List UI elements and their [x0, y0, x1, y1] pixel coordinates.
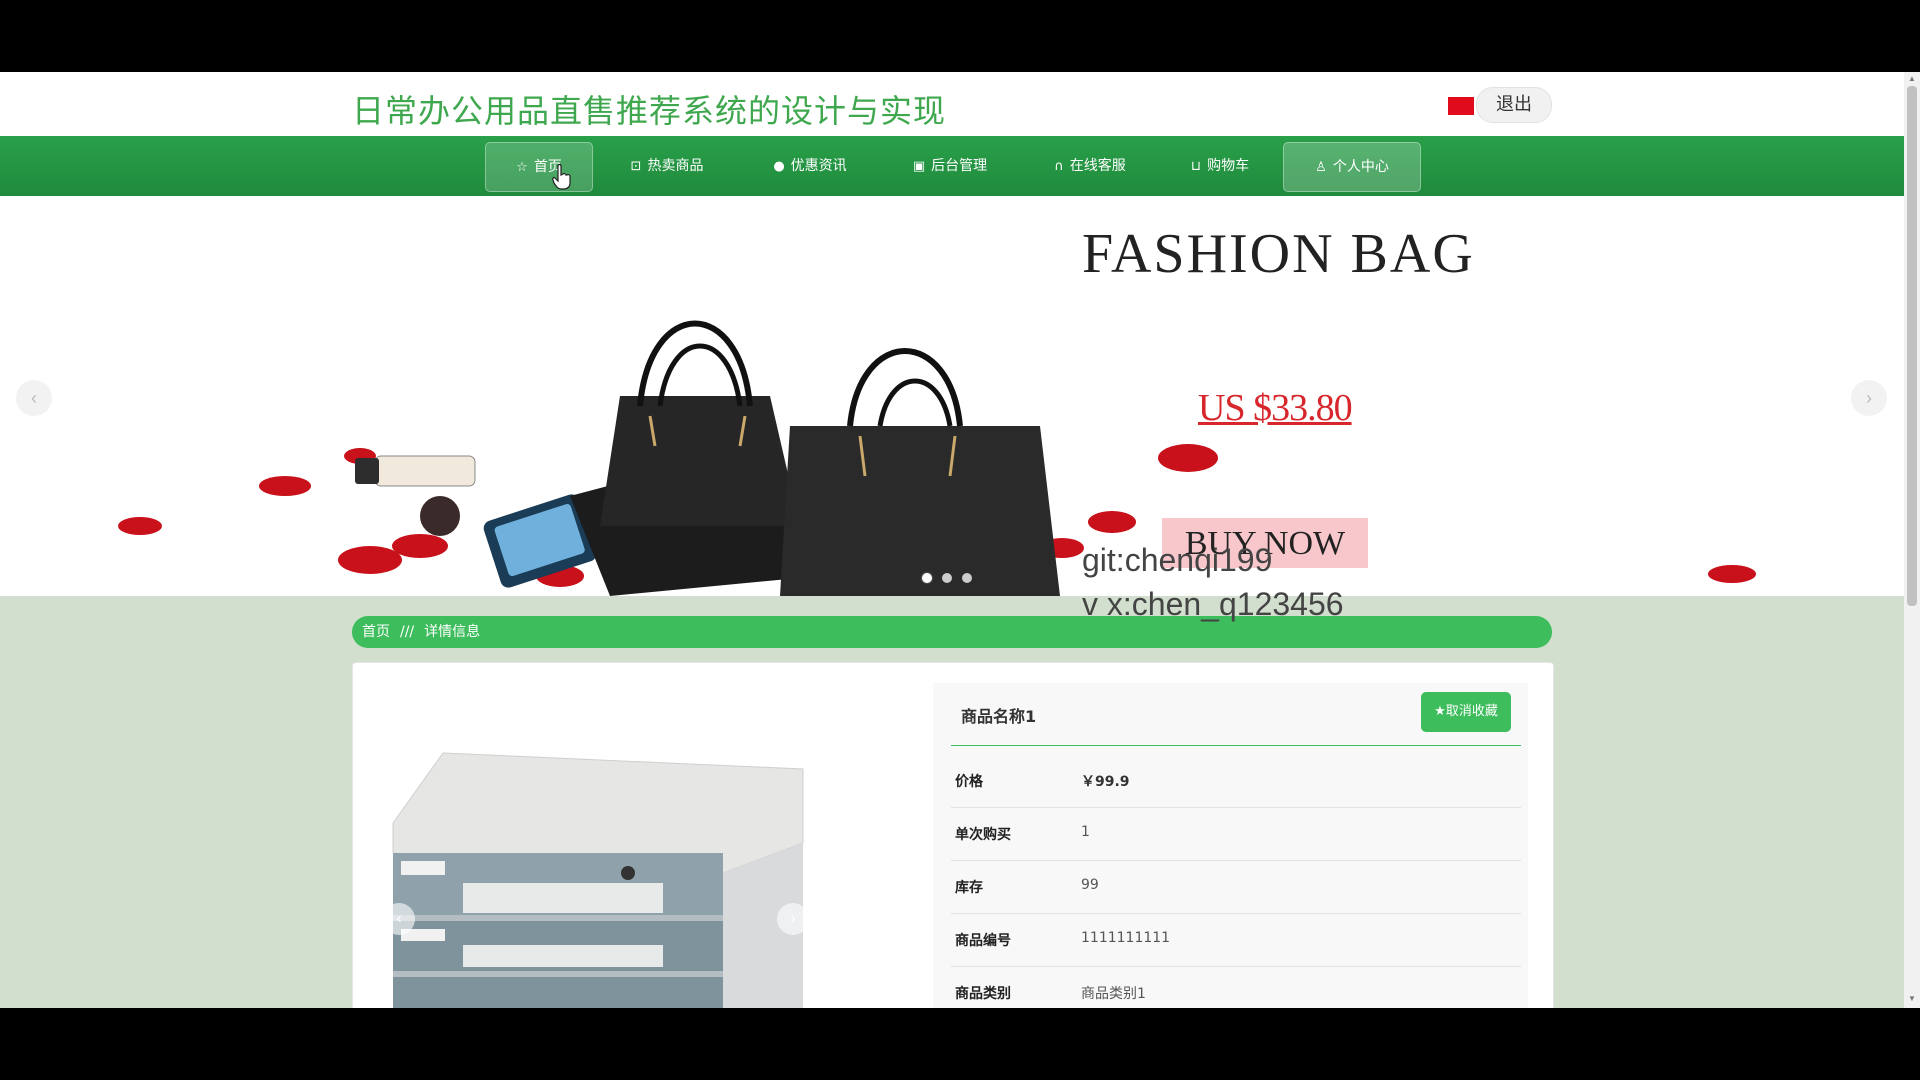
info-value: 商品类别1 — [1081, 986, 1146, 1002]
main-nav: ☆ 首页 ⊡ 热卖商品 ● 优惠资讯 ▣ 后台管理 ∩ 在线客服 ⊔ 购物车 ♙ 个人中心 — [0, 136, 1904, 196]
banner-next-button[interactable]: › — [1851, 380, 1887, 416]
site-title: 日常办公用品直售推荐系统的设计与实现 — [352, 92, 947, 130]
info-label: 单次购买 — [955, 827, 1011, 843]
info-label: 商品类别 — [955, 986, 1011, 1002]
nav-hot-products[interactable]: ⊡ 热卖商品 — [612, 142, 722, 190]
bag-icon: ⊡ — [630, 159, 642, 174]
scroll-down-arrow-icon[interactable]: ▼ — [1908, 994, 1916, 1003]
hero-banner: ‹ › FASHION BAG US $33.80 BUY NOW — [0, 196, 1904, 596]
cart-icon: ⊔ — [1190, 159, 1202, 174]
browser-viewport: 日常办公用品直售推荐系统的设计与实现 退出 ☆ 首页 ⊡ 热卖商品 ● 优惠资讯 ▣ 后… — [0, 72, 1920, 1008]
nav-cart-label: 购物车 — [1207, 158, 1250, 174]
headset-icon: ∩ — [1054, 159, 1064, 174]
logout-button[interactable]: 退出 — [1476, 87, 1552, 123]
watermark-line-2: v x:chen_q123456 — [1082, 586, 1344, 622]
nav-admin-label: 后台管理 — [931, 158, 988, 174]
banner-prev-button[interactable]: ‹ — [16, 380, 52, 416]
banner-dot[interactable] — [962, 573, 972, 583]
info-value: 1 — [1081, 824, 1090, 840]
product-name: 商品名称1 — [961, 707, 1037, 726]
nav-deals-label: 优惠资讯 — [790, 158, 847, 174]
nav-support[interactable]: ∩ 在线客服 — [1035, 142, 1145, 190]
info-label: 价格 — [955, 774, 983, 790]
user-icon: ♙ — [1315, 160, 1327, 175]
nav-cart[interactable]: ⊔ 购物车 — [1170, 142, 1270, 190]
breadcrumb-current: 详情信息 — [424, 624, 481, 640]
page-scrollbar[interactable]: ▲ ▼ — [1904, 72, 1920, 1008]
watermark-line-1: git:chenqi199 — [1082, 542, 1273, 578]
info-row-price: 价格 ￥99.9 — [951, 755, 1521, 808]
file-cabinet-image — [392, 752, 804, 1008]
info-row-purchase-qty: 单次购买 1 — [951, 808, 1521, 861]
breadcrumb-separator: /// — [400, 624, 415, 640]
info-row-stock: 库存 99 — [951, 861, 1521, 914]
nav-profile[interactable]: ♙ 个人中心 — [1283, 142, 1421, 192]
nav-home[interactable]: ☆ 首页 — [485, 142, 593, 192]
nav-support-label: 在线客服 — [1069, 158, 1126, 174]
product-detail-section: 首页 /// 详情信息 ‹ › 商品名称1 ★取消收藏 价格 ￥99.9 单次购买 … — [0, 596, 1904, 1008]
unfavorite-button[interactable]: ★取消收藏 — [1421, 692, 1511, 732]
info-value: ￥99.9 — [1081, 774, 1130, 790]
banner-indicators — [922, 570, 982, 588]
breadcrumb: 首页 /// 详情信息 — [352, 616, 1552, 648]
info-row-sku: 商品编号 1111111111 — [951, 914, 1521, 967]
product-image: ‹ › — [383, 733, 853, 1008]
scroll-up-arrow-icon[interactable]: ▲ — [1908, 74, 1916, 83]
nav-admin[interactable]: ▣ 后台管理 — [895, 142, 1005, 190]
product-card: ‹ › 商品名称1 ★取消收藏 价格 ￥99.9 单次购买 1 库存 99 商品… — [352, 662, 1554, 1008]
banner-illustration — [118, 320, 1756, 596]
info-value: 99 — [1081, 877, 1099, 893]
banner-dot[interactable] — [942, 573, 952, 583]
product-info-panel: 商品名称1 ★取消收藏 价格 ￥99.9 单次购买 1 库存 99 商品编号 1… — [933, 683, 1528, 1008]
banner-price: US $33.80 — [1198, 387, 1353, 429]
breadcrumb-home[interactable]: 首页 — [362, 624, 390, 640]
nav-hot-products-label: 热卖商品 — [647, 158, 704, 174]
star-icon: ☆ — [516, 160, 528, 175]
info-value: 1111111111 — [1081, 930, 1171, 946]
site-header: 日常办公用品直售推荐系统的设计与实现 退出 — [0, 72, 1904, 136]
info-label: 库存 — [955, 880, 983, 896]
info-label: 商品编号 — [955, 933, 1011, 949]
banner-dot[interactable] — [922, 573, 932, 583]
nav-deals[interactable]: ● 优惠资讯 — [755, 142, 865, 190]
cursor-hand-icon — [552, 164, 571, 190]
info-row-category: 商品类别 商品类别1 — [951, 967, 1521, 1008]
image-next-button[interactable]: › — [777, 903, 809, 935]
product-info-header: 商品名称1 ★取消收藏 — [951, 683, 1521, 746]
admin-icon: ▣ — [912, 159, 926, 174]
image-prev-button[interactable]: ‹ — [383, 903, 415, 935]
nav-profile-label: 个人中心 — [1332, 159, 1389, 175]
scroll-thumb[interactable] — [1907, 86, 1917, 606]
banner-title: FASHION BAG — [1082, 223, 1475, 285]
language-flag-icon[interactable] — [1448, 97, 1474, 115]
info-icon: ● — [773, 159, 785, 174]
